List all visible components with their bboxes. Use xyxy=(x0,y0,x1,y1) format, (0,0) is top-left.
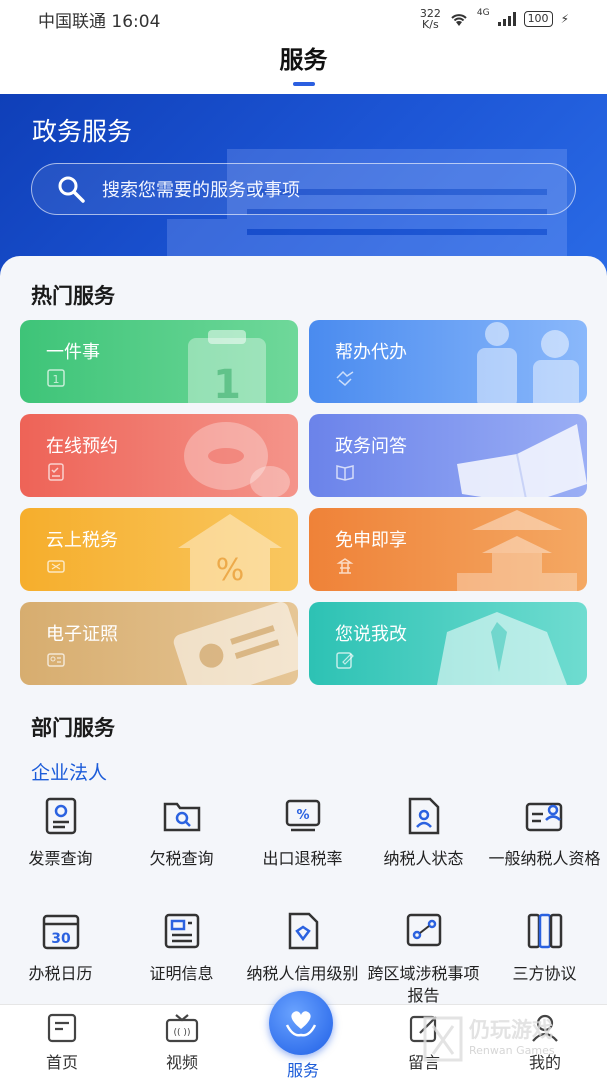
card-label: 帮办代办 xyxy=(335,342,407,363)
wifi-icon xyxy=(451,14,467,26)
title-underline xyxy=(292,82,315,86)
network-speed: 322 K/s xyxy=(419,7,441,31)
watermark-logo-icon xyxy=(423,1016,463,1062)
status-bar: 中国联通 16:04 322 K/s 4G 100 ⚡ xyxy=(0,0,607,38)
calendar-icon: 30 xyxy=(42,914,79,950)
svg-text:%: % xyxy=(216,553,245,588)
card-label: 云上税务 xyxy=(46,530,118,551)
calendar-art: 1 xyxy=(188,330,266,403)
person-tie-art xyxy=(437,612,567,685)
invoice-icon xyxy=(45,797,76,835)
card-gov-qa[interactable]: 政务问答 xyxy=(309,414,587,497)
open-book-art xyxy=(457,424,587,497)
page-title: 服务 xyxy=(279,46,328,74)
card-apply-free[interactable]: 免申即享 xyxy=(309,508,587,591)
signal-icon xyxy=(497,12,516,26)
svg-text:1: 1 xyxy=(53,373,60,386)
card-label: 免申即享 xyxy=(335,530,407,551)
dept-services-title: 部门服务 xyxy=(31,716,115,740)
document-person-icon xyxy=(408,797,439,835)
content-sheet: 热门服务 一件事 1 1 帮办代办 在线预约 政务问答 云上税务 % 免申即享 … xyxy=(0,256,607,1006)
folder-search-icon xyxy=(163,802,200,832)
handshake-icon xyxy=(336,370,354,387)
item-general-taxpayer[interactable]: 一般纳税人资格 xyxy=(484,796,605,870)
svg-text:%: % xyxy=(296,808,309,823)
card-feedback[interactable]: 您说我改 xyxy=(309,602,587,685)
item-certificate-info[interactable]: 证明信息 xyxy=(121,911,242,985)
watermark: 仍玩游戏 Renwan Games xyxy=(417,1008,597,1068)
calendar-one-icon: 1 xyxy=(47,369,65,387)
hot-services-title: 热门服务 xyxy=(31,284,115,308)
card-label: 您说我改 xyxy=(335,624,407,645)
pagoda-art xyxy=(457,510,577,591)
item-tax-calendar[interactable]: 30 办税日历 xyxy=(0,911,121,985)
pagoda-icon xyxy=(336,558,354,574)
svg-text:30: 30 xyxy=(51,931,71,947)
newspaper-icon xyxy=(164,913,199,949)
id-card-art xyxy=(173,602,298,685)
home-icon xyxy=(47,1013,77,1043)
item-credit-level[interactable]: 纳税人信用级别 xyxy=(242,911,363,985)
card-e-license[interactable]: 电子证照 xyxy=(20,602,298,685)
binders-icon xyxy=(527,913,562,949)
search-icon xyxy=(58,176,85,203)
people-art xyxy=(477,322,579,403)
tv-icon: (( )) xyxy=(165,1014,199,1043)
map-report-icon xyxy=(406,913,441,947)
banner-title: 政务服务 xyxy=(32,117,133,146)
card-cloud-tax[interactable]: 云上税务 % xyxy=(20,508,298,591)
chat-bubble-art xyxy=(184,422,290,497)
card-label: 在线预约 xyxy=(46,436,118,457)
svg-text:1: 1 xyxy=(213,362,241,403)
edit-note-icon xyxy=(336,652,354,669)
monitor-percent-icon: % xyxy=(285,799,320,832)
item-tripartite-agreement[interactable]: 三方协议 xyxy=(484,911,605,985)
battery-indicator: 100 xyxy=(523,11,553,27)
id-badge-icon xyxy=(525,802,562,832)
enterprise-subtitle[interactable]: 企业法人 xyxy=(31,758,107,785)
tab-home[interactable]: 首页 xyxy=(22,1013,102,1073)
search-placeholder: 搜索您需要的服务或事项 xyxy=(102,180,300,201)
card-online-booking[interactable]: 在线预约 xyxy=(20,414,298,497)
item-export-refund-rate[interactable]: % 出口退税率 xyxy=(242,796,363,870)
services-heart-button[interactable] xyxy=(269,991,333,1055)
card-label: 一件事 xyxy=(46,342,100,363)
document-diamond-icon xyxy=(288,912,318,950)
charging-icon: ⚡ xyxy=(560,12,569,26)
card-label: 政务问答 xyxy=(335,436,407,457)
carrier-time: 中国联通 16:04 xyxy=(38,11,161,32)
item-cross-region-report[interactable]: 跨区域涉税事项报告 xyxy=(363,911,484,1007)
book-icon xyxy=(336,465,354,481)
card-label: 电子证照 xyxy=(46,624,118,645)
ticket-icon xyxy=(47,560,65,573)
card-one-thing[interactable]: 一件事 1 1 xyxy=(20,320,298,403)
page-header: 服务 xyxy=(0,38,607,94)
checklist-icon xyxy=(48,463,64,481)
tab-services[interactable]: 服务 xyxy=(263,991,343,1080)
tab-video[interactable]: (( )) 视频 xyxy=(142,1013,222,1073)
item-arrears-query[interactable]: 欠税查询 xyxy=(121,796,242,870)
heart-hands-icon xyxy=(285,1011,317,1037)
item-taxpayer-status[interactable]: 纳税人状态 xyxy=(363,796,484,870)
item-invoice-query[interactable]: 发票查询 xyxy=(0,796,121,870)
card-assist-service[interactable]: 帮办代办 xyxy=(309,320,587,403)
svg-text:(( )): (( )) xyxy=(174,1028,191,1038)
search-bar[interactable]: 搜索您需要的服务或事项 xyxy=(31,163,576,215)
network-type: 4G xyxy=(476,8,490,18)
id-card-icon xyxy=(47,653,65,667)
house-percent-art: % xyxy=(178,514,282,591)
